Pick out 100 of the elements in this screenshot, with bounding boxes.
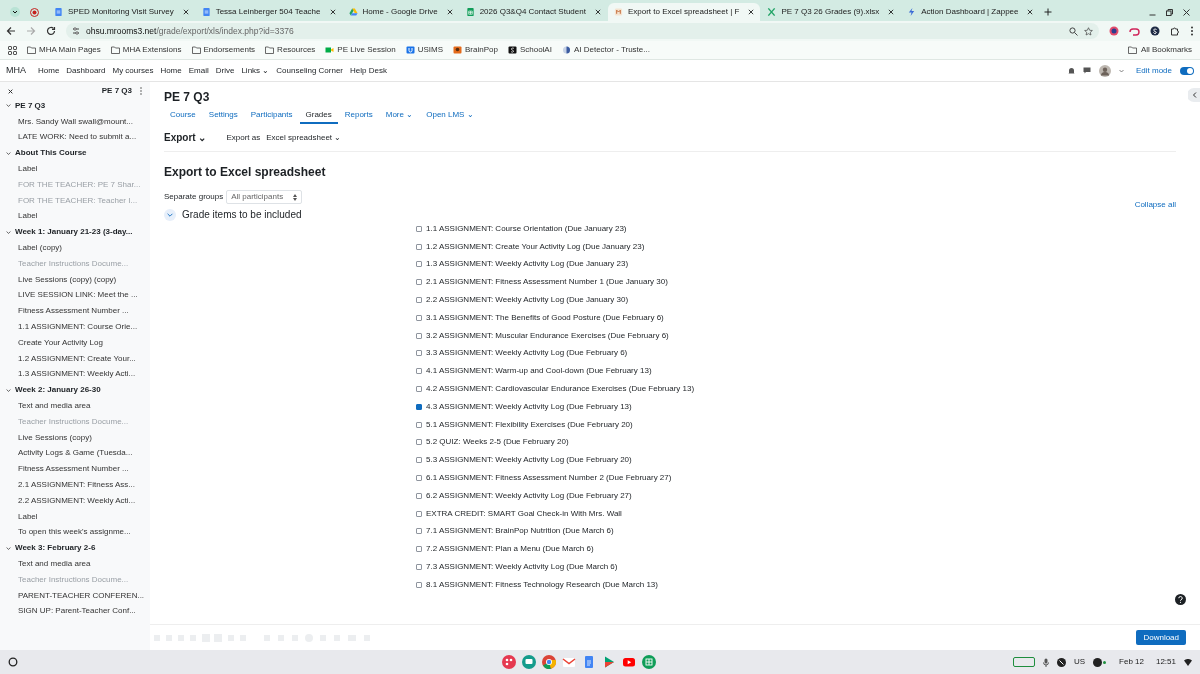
activity-link[interactable]: 1.3 ASSIGNMENT: Weekly Acti... [18, 368, 136, 381]
address-bar[interactable]: ohsu.mrooms3.net/grade/export/xls/index.php?id=3376 [66, 23, 1099, 39]
close-icon[interactable] [1183, 9, 1190, 16]
menu-icon[interactable] [1190, 26, 1194, 36]
nav-link[interactable]: My courses [112, 64, 154, 77]
tab-search-icon[interactable] [10, 7, 20, 17]
clock-text[interactable]: 12:51 [1155, 656, 1176, 668]
activity-link[interactable]: Label [18, 210, 38, 223]
record-icon[interactable] [29, 7, 39, 17]
activity-link[interactable]: PARENT-TEACHER CONFEREN... [18, 589, 145, 602]
activity-link[interactable]: Live Sessions (copy) (copy) [18, 273, 117, 286]
tray-app-icon[interactable] [1056, 657, 1066, 667]
course-tab[interactable]: Reports [338, 109, 379, 124]
bookmark-link[interactable]: PE Live Session [337, 44, 396, 56]
close-icon[interactable] [594, 9, 601, 15]
activity-link[interactable]: Fitness Assessment Number ... [18, 463, 129, 476]
launcher-icon[interactable] [8, 657, 18, 667]
browser-tab[interactable]: PE 7 Q3 26 Grades (9).xlsx [761, 3, 901, 21]
activity-link[interactable]: To open this week's assignme... [18, 526, 131, 539]
checkbox[interactable] [416, 225, 422, 232]
download-button[interactable]: Download [1136, 630, 1186, 645]
activity-link[interactable]: Label (copy) [18, 242, 63, 255]
tray-status-icon[interactable] [1012, 657, 1035, 667]
screen-icon[interactable] [522, 655, 536, 669]
checkbox[interactable] [416, 297, 422, 304]
course-tab[interactable]: Grades [299, 109, 338, 124]
activity-link[interactable]: Create Your Activity Log [18, 336, 103, 349]
nav-link[interactable]: Links ⌄ [241, 64, 270, 77]
star-icon[interactable] [1084, 26, 1093, 36]
checkbox[interactable] [416, 314, 422, 321]
close-icon[interactable] [329, 9, 336, 15]
checkbox[interactable] [416, 368, 422, 375]
activity-link[interactable]: 1.2 ASSIGNMENT: Create Your... [18, 352, 136, 365]
reload-icon[interactable] [46, 26, 56, 36]
date-text[interactable]: Feb 12 [1115, 656, 1148, 668]
checkbox[interactable] [416, 492, 422, 499]
activity-link[interactable]: Live Sessions (copy) [18, 431, 92, 444]
checkbox[interactable] [416, 332, 422, 339]
avatar-icon[interactable] [1098, 64, 1111, 77]
browser-tab[interactable]: Action Dashboard | Zappee [901, 3, 1040, 21]
extension-icon[interactable] [1150, 26, 1160, 36]
close-icon[interactable] [446, 9, 453, 15]
activity-link[interactable]: Text and media area [18, 558, 91, 570]
checkbox[interactable] [416, 581, 422, 588]
activity-link[interactable]: LIVE SESSION LINK: Meet the ... [18, 289, 138, 302]
close-icon[interactable] [1027, 9, 1034, 15]
close-icon[interactable] [748, 9, 755, 15]
checkbox[interactable] [416, 475, 422, 482]
chevron-icon[interactable] [6, 387, 11, 393]
close-icon[interactable] [8, 88, 13, 94]
palette-icon[interactable] [502, 655, 516, 669]
chevron-icon[interactable] [6, 545, 11, 551]
nav-link[interactable]: Home [38, 64, 60, 77]
activity-link[interactable]: 2.1 ASSIGNMENT: Fitness Ass... [18, 479, 135, 491]
section-link[interactable]: Week 2: January 26-30 [15, 384, 101, 397]
browser-tab[interactable]: Tessa Leinberger 504 Teache [195, 3, 342, 21]
browser-tab[interactable]: Home - Google Drive [342, 3, 459, 21]
apps-icon[interactable] [8, 45, 17, 55]
checkbox[interactable] [416, 457, 422, 464]
edit-mode-toggle[interactable] [1180, 66, 1194, 75]
checkbox[interactable] [416, 261, 422, 268]
checkbox[interactable] [416, 350, 422, 357]
bookmark-link[interactable]: MHA Main Pages [39, 44, 101, 56]
microphone-icon[interactable] [1042, 657, 1049, 667]
back-icon[interactable] [6, 26, 16, 36]
tray-app-icon[interactable] [1093, 657, 1108, 667]
video-play-icon[interactable] [622, 655, 636, 669]
help-icon[interactable] [1175, 594, 1186, 605]
bookmark-link[interactable]: AI Detector - Truste... [573, 44, 650, 56]
restore-icon[interactable] [1166, 9, 1173, 16]
checkbox[interactable] [416, 546, 422, 553]
checkbox[interactable] [416, 243, 422, 250]
course-tab[interactable]: Settings [202, 109, 244, 124]
browser-tab[interactable]: SPED Monitoring Visit Survey [48, 3, 195, 21]
checkbox[interactable] [416, 439, 422, 446]
chevron-icon[interactable] [6, 229, 11, 235]
chrome-icon[interactable] [542, 655, 556, 669]
activity-link[interactable]: Fitness Assessment Number ... [18, 305, 129, 318]
checkbox[interactable] [416, 510, 422, 517]
section-link[interactable]: About This Course [15, 147, 87, 160]
section-link[interactable]: Week 1: January 21-23 (3-day... [15, 226, 133, 239]
site-logo[interactable]: MHA [6, 63, 26, 78]
bookmark-link[interactable]: Endorsements [203, 44, 256, 56]
nav-link[interactable]: Dashboard [66, 64, 106, 77]
keyboard-language[interactable]: US [1073, 656, 1086, 668]
checkbox[interactable] [416, 403, 422, 410]
browser-tab[interactable]: Export to Excel spreadsheet | F [607, 3, 761, 21]
activity-link[interactable]: 1.1 ASSIGNMENT: Course Orie... [18, 321, 138, 334]
play-icon[interactable] [602, 655, 616, 669]
export-format-menu[interactable]: Excel spreadsheet ⌄ [266, 131, 342, 144]
nav-link[interactable]: Email [188, 64, 209, 77]
chat-icon[interactable] [1082, 67, 1091, 74]
bell-icon[interactable] [1067, 66, 1075, 75]
close-icon[interactable] [182, 9, 189, 15]
document-icon[interactable] [582, 655, 596, 669]
nav-link[interactable]: Help Desk [350, 64, 387, 77]
puzzle-icon[interactable] [1170, 26, 1180, 36]
section-link[interactable]: Week 3: February 2-6 [15, 542, 96, 555]
checkbox[interactable] [416, 421, 422, 428]
activity-link[interactable]: Label [18, 510, 38, 523]
